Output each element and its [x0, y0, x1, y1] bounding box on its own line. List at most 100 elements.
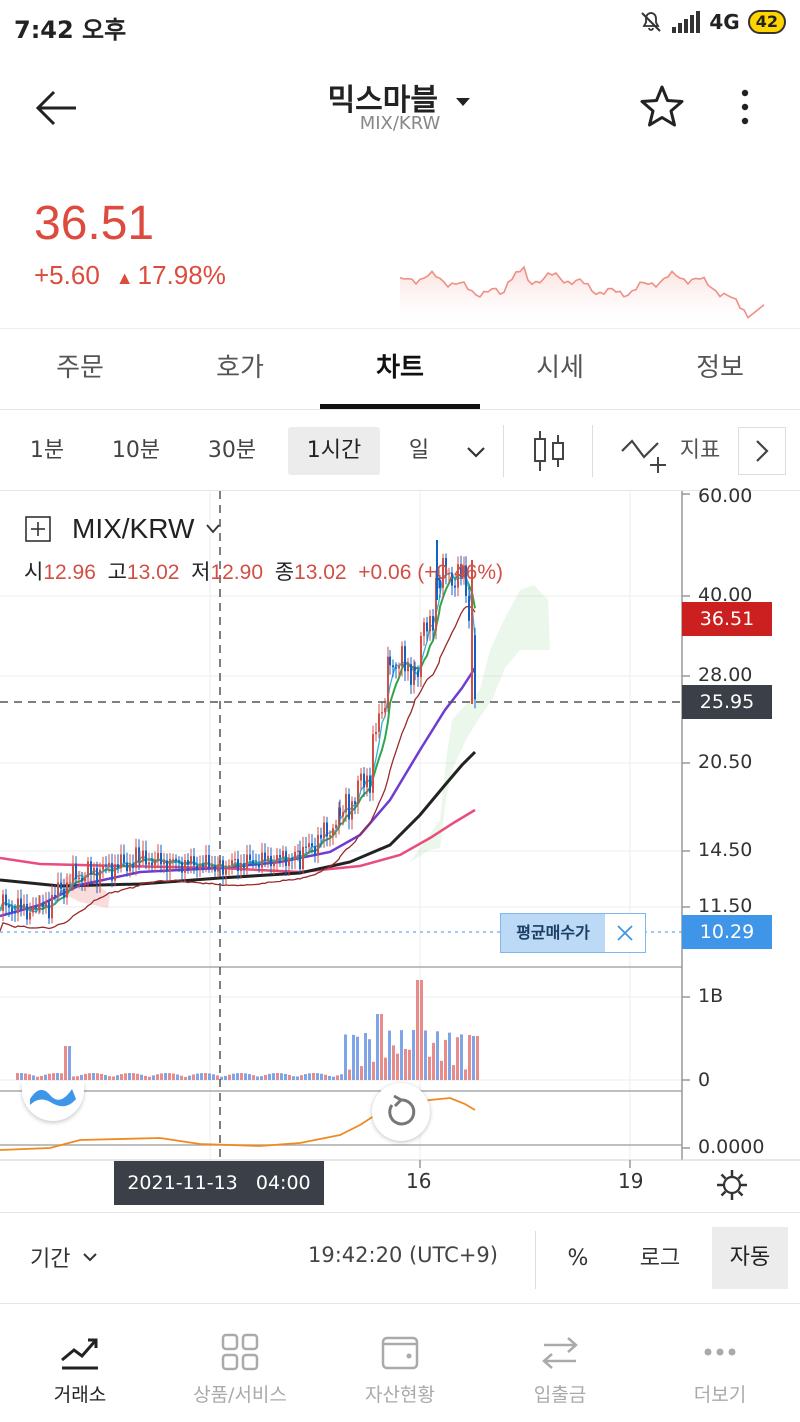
volume-bar [240, 1073, 243, 1080]
timeframe-10m[interactable]: 10분 [100, 427, 172, 475]
nav-label: 거래소 [53, 1384, 107, 1406]
avg-buy-price-tag: 10.29 [682, 915, 772, 949]
volume-bar [476, 1036, 479, 1080]
period-label: 기간 [30, 1247, 71, 1272]
price-tick: 11.50 [698, 895, 753, 917]
volume-bar [364, 1033, 367, 1080]
timeframe-1h[interactable]: 1시간 [288, 427, 380, 475]
nav-assets[interactable]: 자산현황 [320, 1310, 480, 1422]
indicator-add-icon[interactable] [620, 431, 670, 475]
timeframe-day[interactable]: 일 [396, 427, 442, 475]
candle-body [398, 666, 400, 669]
volume-bar [448, 1032, 451, 1080]
candle-body [178, 860, 180, 862]
candle-body [199, 864, 201, 871]
nav-products[interactable]: 상품/서비스 [160, 1310, 320, 1422]
volume-bar [140, 1074, 143, 1080]
time-tick: 19 [618, 1169, 644, 1193]
candle-body [72, 863, 74, 883]
up-triangle-icon: ▲ [115, 268, 134, 288]
candle-body [217, 866, 219, 872]
volume-bar [384, 1057, 387, 1080]
close-icon[interactable] [605, 914, 645, 952]
tab-orderbook[interactable]: 호가 [160, 329, 320, 409]
avg-buy-label: 평균매수가 [501, 914, 605, 952]
volume-bar [456, 1037, 459, 1080]
nav-exchange[interactable]: 거래소 [0, 1310, 160, 1422]
reset-chart-button[interactable] [372, 1083, 430, 1141]
candle-body [135, 847, 137, 868]
nav-transfer[interactable]: 입출금 [480, 1310, 640, 1422]
nav-more[interactable]: 더보기 [640, 1310, 800, 1422]
volume-bar [200, 1073, 203, 1080]
candle-body [187, 860, 189, 865]
chart-legend-header[interactable]: MIX/KRW [24, 513, 222, 545]
tab-info[interactable]: 정보 [640, 329, 800, 409]
candle-body [84, 877, 86, 882]
chevron-down-icon[interactable] [464, 443, 488, 461]
tab-trades[interactable]: 시세 [480, 329, 640, 409]
volume-bar [28, 1074, 31, 1080]
volume-bar [392, 1045, 395, 1080]
candle-body [240, 863, 242, 872]
period-selector[interactable]: 기간 [30, 1241, 98, 1273]
chart-area[interactable]: 60.00 40.00 28.00 20.50 14.50 11.50 1B 0… [0, 485, 800, 1211]
volume-bar [248, 1074, 251, 1080]
candle-body [423, 622, 425, 637]
candle-body [90, 861, 92, 875]
candle-body [231, 860, 233, 866]
tab-order[interactable]: 주문 [0, 329, 160, 409]
volume-bar [276, 1073, 279, 1080]
volume-bar [420, 980, 423, 1080]
timeframe-30m[interactable]: 30분 [196, 427, 268, 475]
candle-body [32, 907, 34, 913]
candle-body [117, 864, 119, 869]
expand-plus-icon[interactable] [24, 515, 52, 543]
volume-bar [124, 1073, 127, 1080]
volume-bar [104, 1074, 107, 1080]
timeframe-1m[interactable]: 1분 [18, 427, 76, 475]
candle-body [14, 911, 16, 914]
candle-body [145, 850, 147, 865]
candle-body [285, 851, 287, 867]
volume-bar [416, 980, 419, 1080]
volume-bar [352, 1034, 355, 1080]
volume-bar [48, 1073, 51, 1080]
indicator-label[interactable]: 지표 [674, 427, 726, 475]
more-dots-icon [704, 1348, 736, 1356]
volume-bar [332, 1076, 335, 1080]
volume-bar [260, 1076, 263, 1080]
scroll-right-button[interactable] [738, 427, 786, 475]
favorite-star-icon[interactable] [638, 83, 686, 131]
candle-body [29, 912, 31, 920]
volume-bar [432, 1042, 435, 1080]
volume-bar [264, 1074, 267, 1080]
volume-bar [68, 1046, 71, 1080]
candle-body [75, 863, 77, 880]
volume-bar [356, 1036, 359, 1080]
volume-bar [192, 1074, 195, 1080]
candlestick-type-icon[interactable] [530, 427, 568, 475]
volume-bar [76, 1076, 79, 1080]
auto-scale-button[interactable]: 자동 [712, 1227, 788, 1289]
volume-bar [236, 1073, 239, 1080]
candle-body [193, 856, 195, 866]
volume-tick: 1B [698, 985, 724, 1007]
nav-label: 입출금 [533, 1384, 587, 1406]
percent-scale-button[interactable]: % [552, 1229, 604, 1289]
candle-body [404, 646, 406, 672]
volume-bar [216, 1075, 219, 1080]
candle-body [329, 834, 331, 837]
candle-body [270, 855, 272, 867]
candle-body [320, 834, 322, 839]
more-vert-icon[interactable] [730, 83, 760, 131]
tab-chart[interactable]: 차트 [320, 329, 480, 409]
candle-body [20, 898, 22, 910]
candle-body [311, 843, 313, 847]
log-scale-button[interactable]: 로그 [622, 1229, 698, 1289]
candle-body [474, 635, 476, 700]
volume-bar [404, 1048, 407, 1080]
volume-bar [272, 1073, 275, 1080]
settings-gear-icon[interactable] [714, 1167, 750, 1203]
volume-bar [80, 1074, 83, 1080]
